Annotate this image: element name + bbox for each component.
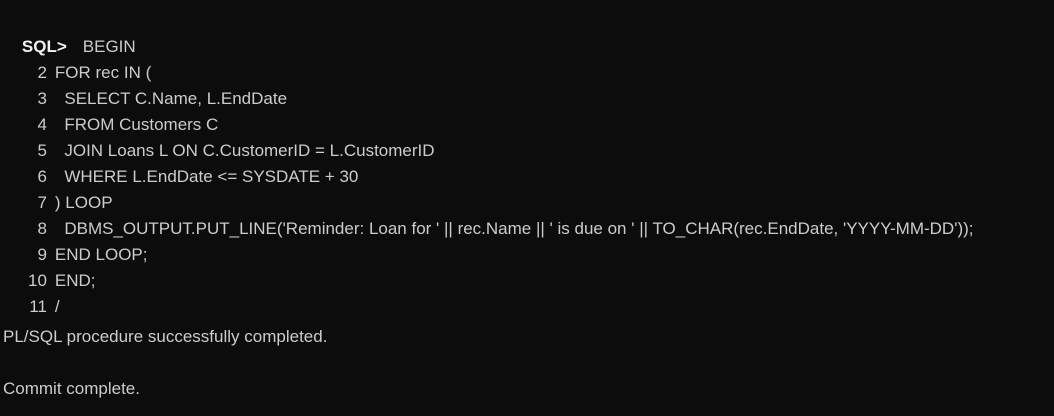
code-text: END;	[54, 271, 96, 290]
code-line: 10 END;	[3, 248, 96, 290]
code-line: 2 FOR rec IN (	[3, 40, 151, 82]
code-line: 7) LOOP	[3, 170, 112, 212]
line-number: 11	[29, 297, 47, 316]
code-line: 4 FROM Customers C	[3, 92, 218, 134]
code-line: 8 DBMS_OUTPUT.PUT_LINE('Reminder: Loan f…	[3, 196, 973, 238]
code-line: 5 JOIN Loans L ON C.CustomerID = L.Custo…	[3, 118, 434, 160]
terminal-window[interactable]: SQL> BEGIN 2 FOR rec IN ( 3 SELECT C.Name,…	[0, 0, 1054, 416]
code-text: DBMS_OUTPUT.PUT_LINE('Reminder: Loan for…	[54, 219, 974, 238]
code-line: 3 SELECT C.Name, L.EndDate	[3, 66, 287, 108]
prompt-line: SQL> BEGIN	[3, 14, 136, 56]
code-line: 11 /	[3, 274, 59, 316]
output-message: Commit complete.	[3, 379, 140, 398]
code-text: /	[54, 297, 60, 316]
code-line: 9 END LOOP;	[3, 222, 147, 264]
output-message: PL/SQL procedure successfully completed.	[3, 327, 328, 346]
code-line: 6 WHERE L.EndDate <= SYSDATE + 30	[3, 144, 358, 186]
